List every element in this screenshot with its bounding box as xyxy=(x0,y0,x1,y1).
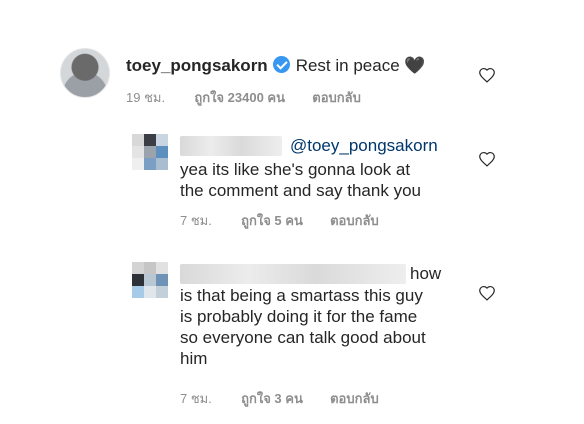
likes-count-button[interactable]: ถูกใจ 23400 คน xyxy=(194,90,285,105)
heart-outline-icon[interactable] xyxy=(478,67,496,83)
avatar[interactable] xyxy=(60,48,110,98)
avatar[interactable] xyxy=(132,134,168,170)
reply-meta: 7 ชม. ถูกใจ 3 คน ตอบกลับ xyxy=(180,388,379,409)
reply-text-lead: how xyxy=(410,264,442,283)
likes-count-button[interactable]: ถูกใจ 5 คน xyxy=(241,213,303,228)
verified-badge-icon xyxy=(272,56,290,73)
reply-button[interactable]: ตอบกลับ xyxy=(312,90,361,105)
comment-text: Rest in peace xyxy=(295,56,400,75)
reply-text: yea its like she's gonna look at the com… xyxy=(180,160,421,200)
username-link[interactable]: toey_pongsakorn xyxy=(126,56,268,75)
comment-header: toey_pongsakorn Rest in peace 🖤 xyxy=(126,55,425,76)
likes-count-button[interactable]: ถูกใจ 3 คน xyxy=(241,391,303,406)
comment-meta: 19 ชม. ถูกใจ 23400 คน ตอบกลับ xyxy=(126,87,361,108)
reply-button[interactable]: ตอบกลับ xyxy=(330,391,379,406)
heart-outline-icon[interactable] xyxy=(478,285,496,301)
reply-button[interactable]: ตอบกลับ xyxy=(330,213,379,228)
black-heart-emoji: 🖤 xyxy=(404,56,426,75)
timestamp: 19 ชม. xyxy=(126,90,166,105)
heart-outline-icon[interactable] xyxy=(478,151,496,167)
redacted-username xyxy=(180,136,282,156)
timestamp: 7 ชม. xyxy=(180,213,212,228)
mention-link[interactable]: @toey_pongsakorn xyxy=(290,135,438,156)
reply-text: is that being a smartass this guy is pro… xyxy=(180,286,426,368)
timestamp: 7 ชม. xyxy=(180,391,212,406)
avatar[interactable] xyxy=(132,262,168,298)
reply-meta: 7 ชม. ถูกใจ 5 คน ตอบกลับ xyxy=(180,210,379,231)
redacted-username xyxy=(180,264,406,284)
